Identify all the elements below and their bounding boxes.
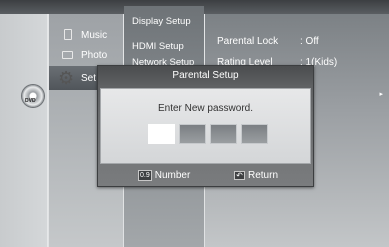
- number-hint-label: Number: [154, 170, 191, 181]
- menu-item-music[interactable]: Music: [49, 24, 123, 46]
- dvd-disc-label: DVD: [25, 98, 36, 104]
- menu-item-label: Set: [81, 73, 97, 84]
- number-hint: 0.9 Number: [138, 170, 190, 181]
- column-divider: [48, 14, 49, 247]
- dialog-message: Enter New password.: [157, 103, 254, 114]
- password-input-group[interactable]: [148, 124, 268, 144]
- password-digit-box[interactable]: [179, 124, 206, 144]
- dialog-footer: 0.9 Number ↶ Return: [98, 166, 313, 186]
- return-hint-label: Return: [248, 170, 279, 181]
- submenu-item-hdmi-setup[interactable]: HDMI Setup: [132, 41, 184, 52]
- screen: DVD Music Photo ⚙ Set Display Setup HDMI…: [0, 0, 389, 247]
- password-digit-box[interactable]: [241, 124, 268, 144]
- device-column: DVD: [0, 14, 48, 247]
- parental-setup-dialog: Parental Setup Enter New password. 0.9 N…: [97, 65, 314, 187]
- menu-item-label: Music: [81, 30, 108, 41]
- setting-label: Parental Lock: [217, 36, 279, 47]
- dialog-body: Enter New password.: [100, 88, 311, 164]
- gear-icon: ⚙: [58, 68, 75, 88]
- menu-item-label: Photo: [81, 50, 108, 61]
- return-icon: ↶: [234, 171, 245, 180]
- return-hint[interactable]: ↶ Return: [234, 170, 278, 181]
- chevron-right-icon: ▸: [379, 91, 383, 98]
- photo-icon: [62, 51, 73, 59]
- password-digit-box[interactable]: [148, 124, 175, 144]
- number-keys-icon: 0.9: [138, 170, 152, 181]
- music-icon: [64, 29, 72, 40]
- dialog-title: Parental Setup: [98, 66, 313, 85]
- password-digit-box[interactable]: [210, 124, 237, 144]
- setting-value: : Off: [300, 36, 319, 47]
- setting-parental-lock[interactable]: Parental Lock : Off: [217, 36, 319, 47]
- submenu-item-display-setup[interactable]: Display Setup: [132, 16, 191, 27]
- menu-item-photo[interactable]: Photo: [49, 44, 123, 66]
